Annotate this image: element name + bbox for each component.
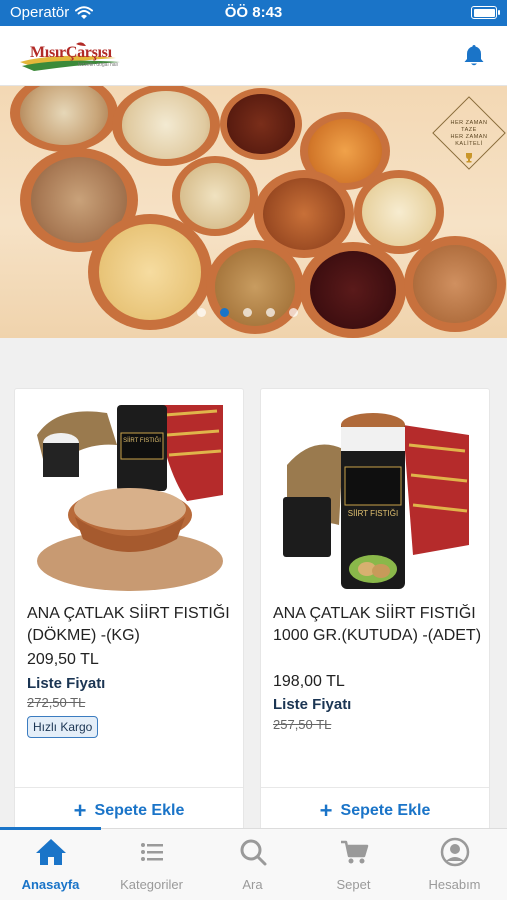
add-to-cart-label: Sepete Ekle (340, 802, 431, 819)
badge-line-1: HER ZAMAN (450, 120, 488, 126)
account-icon (440, 837, 470, 867)
plus-icon: + (73, 798, 87, 823)
bowl-raisins (300, 242, 406, 338)
bowl-figs (10, 86, 118, 152)
tab-search[interactable]: Ara (202, 829, 303, 900)
badge-line-4: KALİTELİ (455, 141, 483, 147)
list-price-label: Liste Fiyatı (273, 696, 352, 713)
tab-account[interactable]: Hesabım (404, 829, 505, 900)
product-name[interactable]: ANA ÇATLAK SİİRT FISTIĞI (DÖKME) -(KG) (27, 603, 237, 647)
product-image[interactable]: SİİRT FISTIĞI (283, 405, 469, 591)
package-text: SİİRT FISTIĞI (123, 438, 161, 444)
carousel-dot[interactable] (220, 308, 229, 317)
tab-label: Sepet (336, 877, 371, 892)
list-icon (141, 843, 163, 861)
logo-subtitle: lezzetin doğal hali (78, 62, 118, 68)
tab-label: Anasayfa (21, 877, 80, 892)
tab-categories[interactable]: Kategoriler (101, 829, 202, 900)
bowl-dates (220, 88, 302, 160)
package-text: SİİRT FISTIĞI (347, 509, 399, 518)
status-bar: Operatör ÖÖ 8:43 (0, 0, 507, 26)
add-to-cart-label: Sepete Ekle (94, 802, 185, 819)
quality-badge: HER ZAMAN TAZE HER ZAMAN KALİTELİ (432, 96, 506, 170)
product-card[interactable]: SİİRT FISTIĞI ANA ÇATLAK SİİRT FISTIĞI 1… (260, 388, 490, 834)
tab-label: Kategoriler (120, 877, 183, 892)
app-header: MısırÇarşısı lezzetin doğal hali (0, 26, 507, 86)
trophy-icon (466, 153, 472, 163)
tab-cart[interactable]: Sepet (303, 829, 404, 900)
active-tab-indicator (0, 827, 101, 830)
bottom-tab-bar: Anasayfa Kategoriler Ara Sepet Hesabım (0, 827, 507, 900)
tab-label: Hesabım (428, 877, 481, 892)
badge-line-3: HER ZAMAN (450, 134, 488, 140)
carousel-dot[interactable] (197, 308, 206, 317)
bowl-almonds (404, 236, 506, 332)
promo-banner[interactable]: HER ZAMAN TAZE HER ZAMAN KALİTELİ (0, 86, 507, 338)
old-price: 257,50 TL (273, 717, 332, 732)
logo-text: MısırÇarşısı (30, 44, 112, 61)
product-price: 198,00 TL (273, 673, 345, 690)
brand-logo[interactable]: MısırÇarşısı lezzetin doğal hali (16, 38, 136, 76)
bowl-walnuts (206, 240, 304, 334)
bowl-mulberries (112, 86, 220, 166)
badge-line-2: TAZE (461, 127, 477, 133)
old-price: 272,50 TL (27, 695, 86, 710)
status-time: ÖÖ 8:43 (224, 4, 283, 21)
product-price: 209,50 TL (27, 651, 99, 668)
tab-label: Ara (242, 877, 263, 892)
product-card[interactable]: SİİRT FISTIĞI ANA ÇATLAK SİİRT FISTIĞI (… (14, 388, 244, 834)
list-price-label: Liste Fiyatı (27, 675, 106, 692)
tab-home[interactable]: Anasayfa (0, 827, 101, 900)
battery-icon (471, 6, 500, 19)
bowl-cashews (88, 214, 212, 330)
carousel-dot[interactable] (243, 308, 252, 317)
plus-icon: + (319, 798, 333, 823)
carousel-dots[interactable] (197, 308, 298, 317)
cart-icon (341, 840, 369, 864)
carousel-dot[interactable] (266, 308, 275, 317)
carousel-dot[interactable] (289, 308, 298, 317)
bell-icon[interactable] (463, 43, 485, 67)
product-image[interactable]: SİİRT FISTIĞI (37, 405, 223, 591)
home-icon (36, 839, 66, 865)
search-icon (240, 839, 267, 866)
fast-shipping-badge: Hızlı Kargo (27, 716, 99, 738)
product-name[interactable]: ANA ÇATLAK SİİRT FISTIĞI 1000 GR.(KUTUDA… (273, 603, 483, 647)
